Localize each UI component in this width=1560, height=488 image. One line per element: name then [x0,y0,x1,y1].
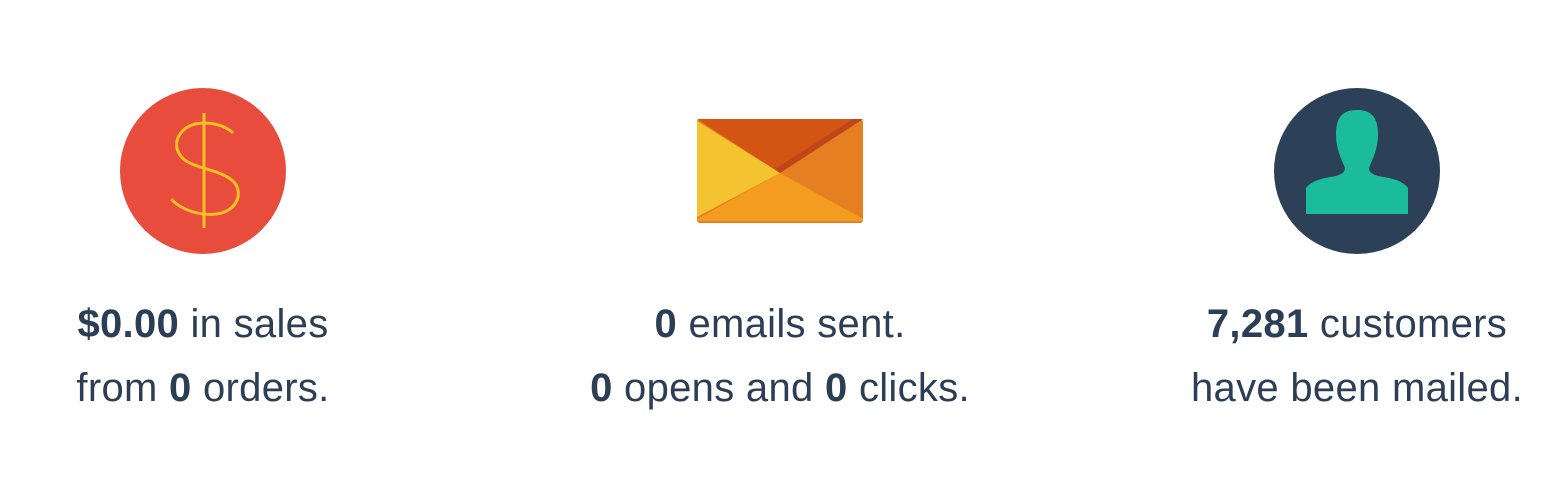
customers-mailed-label: have been mailed. [1191,366,1523,410]
dollar-icon [120,88,286,254]
clicks-count: 0 [824,366,848,410]
sales-line-1: $0.00 in sales [0,300,463,348]
stats-summary: $0.00 in sales from 0 orders. 0 emails s… [0,0,1560,488]
opens-label: opens and [612,366,825,410]
orders-label: orders. [191,366,330,410]
emails-sent-label: emails sent. [677,302,906,346]
customers-line-1: 7,281 customers [1097,300,1560,348]
customers-count: 7,281 [1206,302,1309,346]
clicks-label: clicks. [847,366,970,410]
orders-count: 0 [169,366,192,410]
customers-label: customers [1308,302,1508,346]
sales-stat: $0.00 in sales from 0 orders. [0,0,463,488]
envelope-icon [697,117,863,225]
customer-icon [1274,88,1440,254]
emails-line-1: 0 emails sent. [520,300,1040,348]
customers-line-2: have been mailed. [1097,364,1560,412]
emails-stat: 0 emails sent. 0 opens and 0 clicks. [520,0,1040,488]
sales-line-2: from 0 orders. [0,364,463,412]
emails-sent-count: 0 [654,302,678,346]
sales-label: in sales [179,302,329,346]
sales-amount: $0.00 [77,302,180,346]
customers-stat: 7,281 customers have been mailed. [1097,0,1560,488]
emails-line-2: 0 opens and 0 clicks. [520,364,1040,412]
opens-count: 0 [590,366,613,410]
sales-from-label: from [76,366,170,410]
